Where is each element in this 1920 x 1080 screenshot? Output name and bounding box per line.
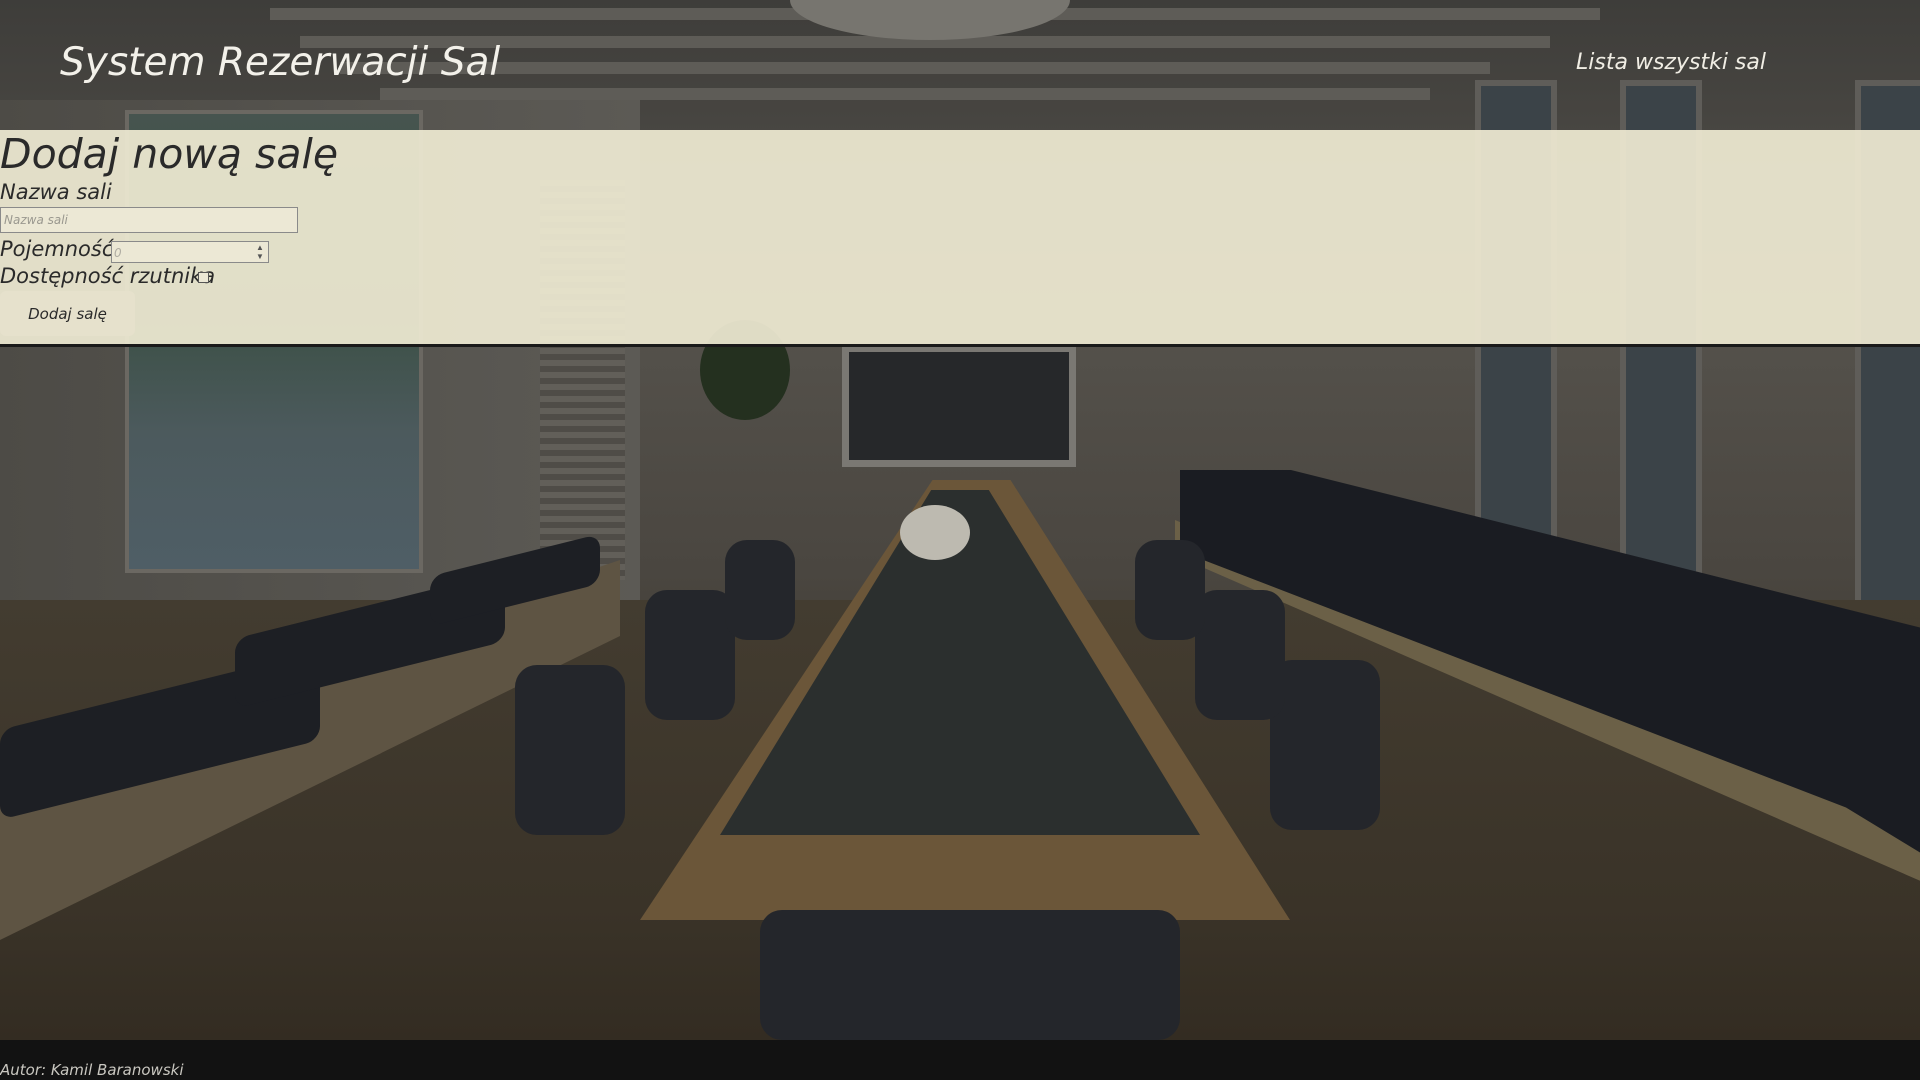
capacity-label: Pojemność (0, 237, 114, 261)
capacity-input[interactable] (112, 243, 246, 263)
spinner-arrows-icon[interactable]: ▲ ▼ (253, 243, 267, 261)
site-header: System Rezerwacji Sal Lista wszystki sal (0, 0, 1920, 130)
site-title: System Rezerwacji Sal (60, 40, 501, 85)
projector-checkbox[interactable] (198, 272, 209, 283)
room-name-label: Nazwa sali (0, 180, 112, 204)
room-name-input[interactable] (0, 207, 298, 233)
add-room-form: Dodaj nową salę Nazwa sali Pojemność ▲▼ … (0, 130, 1920, 347)
projector-label: Dostępność rzutnika (0, 264, 216, 288)
nav-link-room-list[interactable]: Lista wszystki sal (1576, 50, 1766, 75)
capacity-stepper[interactable]: ▲▼ (111, 241, 269, 263)
add-room-button[interactable]: Dodaj salę (0, 291, 135, 336)
author-credit: Autor: Kamil Baranowski (0, 1061, 184, 1079)
form-heading: Dodaj nową salę (0, 130, 339, 178)
site-footer: Autor: Kamil Baranowski (0, 1040, 1920, 1080)
